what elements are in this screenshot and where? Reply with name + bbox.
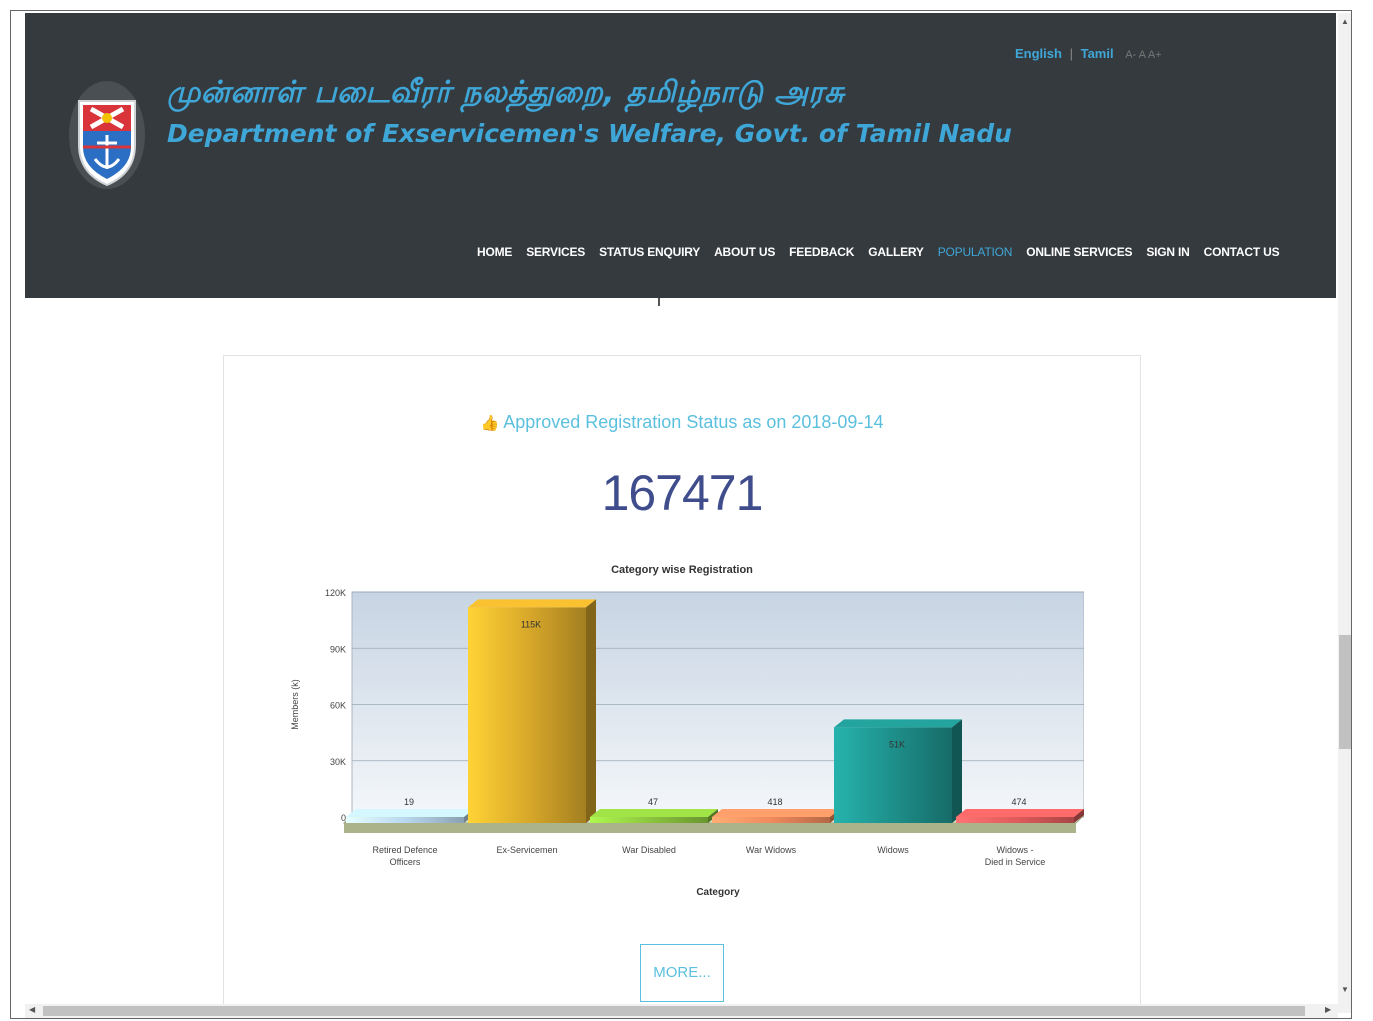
nav-item-about-us[interactable]: ABOUT US [707, 245, 782, 259]
thumbs-up-icon: 👍 [480, 415, 500, 432]
nav-item-status-enquiry[interactable]: STATUS ENQUIRY [592, 245, 707, 259]
x-tick-label-5: Widows -Died in Service [985, 845, 1046, 867]
bar-top-4 [834, 719, 962, 728]
horizontal-scroll-thumb[interactable] [43, 1006, 1305, 1016]
data-label-3: 418 [767, 797, 782, 807]
total-registrations: 167471 [601, 465, 764, 521]
chart-title: Category wise Registration [611, 564, 753, 576]
registration-panel: 👍 Approved Registration Status as on 2018… [223, 355, 1141, 1018]
bar-2 [590, 817, 708, 823]
vertical-scrollbar[interactable]: ▲ ▼ [1338, 13, 1351, 1013]
language-separator: | [1069, 46, 1073, 61]
language-english-link[interactable]: English [1015, 46, 1062, 61]
y-tick-label: 60K [330, 701, 346, 711]
font-size-controls[interactable]: A- A A+ [1125, 49, 1161, 61]
y-tick-label: 30K [330, 757, 346, 767]
scroll-down-icon[interactable]: ▼ [1338, 985, 1351, 994]
nav-item-gallery[interactable]: GALLERY [861, 245, 931, 259]
site-title-english: Department of Exservicemen's Welfare, Go… [167, 119, 1012, 148]
data-label-2: 47 [648, 797, 658, 807]
scroll-right-icon[interactable]: ▶ [1325, 1005, 1331, 1014]
bar-top-2 [590, 809, 718, 817]
bar-side-1 [586, 599, 596, 823]
scroll-left-icon[interactable]: ◀ [29, 1005, 35, 1014]
nav-item-feedback[interactable]: FEEDBACK [782, 245, 861, 259]
vertical-scroll-thumb[interactable] [1339, 635, 1351, 749]
language-tamil-link[interactable]: Tamil [1081, 46, 1114, 61]
category-chart: 030K60K90K120KMembers (k)19Retired Defen… [290, 588, 1084, 898]
nav-item-sign-in[interactable]: SIGN IN [1139, 245, 1196, 259]
horizontal-scrollbar[interactable]: ◀ ▶ [25, 1004, 1338, 1018]
bar-top-3 [712, 809, 840, 817]
registration-status-text: Approved Registration Status as on 2018-… [503, 412, 884, 432]
nav-item-online-services[interactable]: ONLINE SERVICES [1019, 245, 1139, 259]
y-axis-label: Members (k) [290, 679, 300, 730]
main-nav: HOME SERVICES STATUS ENQUIRY ABOUT US FE… [470, 245, 1286, 259]
data-label-0: 19 [404, 797, 414, 807]
site-header: முன்னாள் படைவீரர் நலத்துறை, தமிழ்நாடு அர… [25, 13, 1336, 298]
bar-top-5 [956, 809, 1084, 817]
x-tick-label-0: Retired Defence Officers [372, 845, 437, 867]
bar-side-4 [952, 719, 962, 823]
bar-top-0 [346, 809, 474, 817]
department-logo [69, 81, 145, 189]
x-tick-label-3: War Widows [746, 845, 797, 855]
site-title-tamil: முன்னாள் படைவீரர் நலத்துறை, தமிழ்நாடு அர… [167, 75, 845, 110]
data-label-4: 51K [889, 739, 905, 749]
browser-viewport: முன்னாள் படைவீரர் நலத்துறை, தமிழ்நாடு அர… [10, 10, 1352, 1019]
data-label-5: 474 [1011, 797, 1026, 807]
nav-item-home[interactable]: HOME [470, 245, 519, 259]
nav-item-services[interactable]: SERVICES [519, 245, 592, 259]
bar-0 [346, 817, 464, 823]
more-button[interactable]: MORE... [640, 944, 724, 1002]
bar-5 [956, 817, 1074, 823]
language-switcher: English | Tamil A- A A+ [1015, 46, 1162, 61]
registration-status-heading: 👍 Approved Registration Status as on 2018… [224, 412, 1140, 433]
data-label-1: 115K [521, 619, 541, 629]
bar-top-1 [468, 599, 596, 608]
nav-item-contact-us[interactable]: CONTACT US [1197, 245, 1287, 259]
x-axis-label: Category [696, 887, 740, 898]
nav-item-population[interactable]: POPULATION [931, 245, 1019, 259]
nav-indicator [658, 298, 660, 306]
scroll-up-icon[interactable]: ▲ [1338, 17, 1351, 26]
x-tick-label-2: War Disabled [622, 845, 676, 855]
bar-1 [468, 607, 586, 823]
bar-3 [712, 817, 830, 823]
chart-floor-front [344, 823, 1076, 833]
y-tick-label: 90K [330, 644, 346, 654]
y-tick-label: 120K [325, 588, 346, 598]
x-tick-label-4: Widows [877, 845, 909, 855]
x-tick-label-1: Ex-Servicemen [496, 845, 557, 855]
